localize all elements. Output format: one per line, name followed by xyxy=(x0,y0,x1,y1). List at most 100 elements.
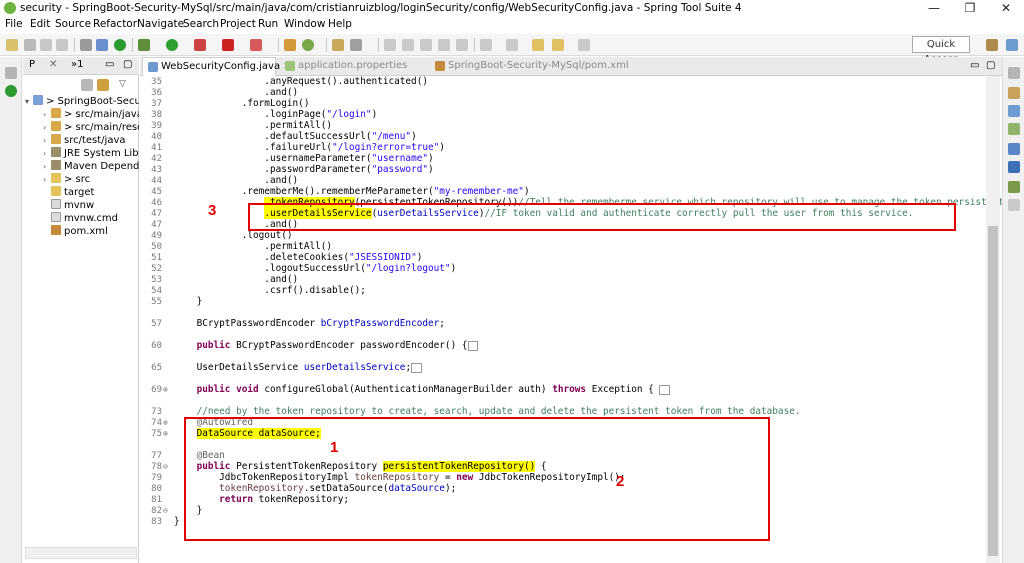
run-coverage-icon[interactable] xyxy=(194,39,206,51)
close-icon[interactable]: ✕ xyxy=(49,59,57,70)
close-button[interactable]: ✕ xyxy=(988,0,1024,17)
quick-access-field[interactable]: Quick Access xyxy=(912,36,970,65)
fold-toggle-icon[interactable]: ⊕ xyxy=(163,418,168,427)
menu-refactor[interactable]: Refactor xyxy=(93,18,137,30)
line-number: 55 xyxy=(151,297,162,307)
tree-item-mvnw-cmd[interactable]: mvnw.cmd xyxy=(43,212,139,225)
menu-help[interactable]: Help xyxy=(328,18,352,30)
declaration-icon[interactable] xyxy=(1008,181,1020,193)
show-whitespace-icon[interactable] xyxy=(420,39,432,51)
new-icon[interactable] xyxy=(6,39,18,51)
tree-item-jre-system-library[interactable]: ›JRE System Libra xyxy=(43,147,139,160)
tree-item-src-test-java[interactable]: › src/test/java xyxy=(43,134,139,147)
scrollbar-thumb[interactable] xyxy=(988,226,998,556)
menu-bar: File Edit Source Refactor Navigate Searc… xyxy=(0,17,1024,33)
back-icon[interactable] xyxy=(552,39,564,51)
javadoc-icon[interactable] xyxy=(1008,161,1020,173)
tree-item-mvnw[interactable]: mvnw xyxy=(43,199,139,212)
next-annotation-icon[interactable] xyxy=(480,39,492,51)
tree-item-maven-dependencies[interactable]: › Maven Depende xyxy=(43,160,139,173)
tool-icon[interactable] xyxy=(80,39,92,51)
last-edit-location-icon[interactable] xyxy=(532,39,544,51)
line-number: 75 ⊕ xyxy=(151,429,168,439)
toggle-block-selection-icon[interactable] xyxy=(402,39,414,51)
menu-source[interactable]: Source xyxy=(55,18,91,30)
menu-search[interactable]: Search xyxy=(183,18,219,30)
editor-tab-bar: WebSecurityConfig.java ✕ application.pro… xyxy=(140,57,1002,76)
tree-item-pom-xml[interactable]: pom.xml xyxy=(43,225,139,238)
editor-tab-pom-xml[interactable]: SpringBoot-Security-MySql/pom.xml xyxy=(430,57,629,76)
maximize-button[interactable]: ❐ xyxy=(952,0,988,17)
line-number: 47 xyxy=(151,209,162,219)
toolbar-separator xyxy=(326,38,327,52)
tree-item-project[interactable]: ▾ > SpringBoot-Securi xyxy=(25,95,139,108)
fold-toggle-icon[interactable]: ⊕ xyxy=(163,429,168,438)
code-line: .deleteCookies("JSESSIONID") xyxy=(174,252,423,263)
new-java-package-icon[interactable] xyxy=(284,39,296,51)
external-tools-icon[interactable] xyxy=(250,39,262,51)
right-trim-stack xyxy=(1002,57,1024,563)
task-list-icon[interactable] xyxy=(1008,87,1020,99)
open-type-icon[interactable] xyxy=(96,39,108,51)
word-wrap-icon[interactable] xyxy=(438,39,450,51)
tree-item-target[interactable]: target xyxy=(43,186,139,199)
view-menu-icon[interactable]: ▽ xyxy=(119,79,126,89)
menu-window[interactable]: Window xyxy=(284,18,325,30)
open-task-icon[interactable] xyxy=(332,39,344,51)
link-with-editor-icon[interactable] xyxy=(97,79,109,91)
maximize-view-icon[interactable]: ▢ xyxy=(123,59,132,70)
print-icon[interactable] xyxy=(56,39,68,51)
fold-toggle-icon[interactable]: ⊖ xyxy=(163,462,168,471)
console-icon[interactable] xyxy=(1008,199,1020,211)
run-icon[interactable] xyxy=(166,39,178,51)
tree-item-src-main-java[interactable]: › > src/main/java xyxy=(43,108,139,121)
toggle-mark-occurrences-icon[interactable] xyxy=(384,39,396,51)
editor-vertical-scrollbar[interactable] xyxy=(986,76,1000,563)
fold-toggle-icon[interactable]: ⊕ xyxy=(163,385,168,394)
more-views-tab[interactable]: »1 xyxy=(71,59,83,70)
package-explorer-tab[interactable]: P xyxy=(29,59,35,70)
maximize-editor-icon[interactable]: ▢ xyxy=(986,60,995,71)
minimize-button[interactable]: — xyxy=(916,0,952,17)
menu-file[interactable]: File xyxy=(5,18,23,30)
spring-symbols-icon[interactable] xyxy=(1008,123,1020,135)
minimize-view-icon[interactable]: ▭ xyxy=(105,59,114,70)
save-icon[interactable] xyxy=(24,39,36,51)
highlight-box-3 xyxy=(248,203,956,231)
forward-icon[interactable] xyxy=(578,39,590,51)
stop-icon[interactable] xyxy=(222,39,234,51)
restore-icon[interactable] xyxy=(1008,67,1020,79)
line-number: 43 xyxy=(151,165,162,175)
outline-icon[interactable] xyxy=(1008,105,1020,117)
editor-tab-websecurityconfig[interactable]: WebSecurityConfig.java ✕ xyxy=(142,57,292,76)
debug-icon[interactable] xyxy=(138,39,150,51)
problems-icon[interactable] xyxy=(1008,143,1020,155)
fold-toggle-icon[interactable]: ⊖ xyxy=(163,506,168,515)
menu-run[interactable]: Run xyxy=(258,18,278,30)
menu-project[interactable]: Project xyxy=(220,18,256,30)
code-line: .permitAll() xyxy=(174,241,333,252)
line-number: 54 xyxy=(151,286,162,296)
previous-annotation-icon[interactable] xyxy=(506,39,518,51)
new-java-class-icon[interactable] xyxy=(302,39,314,51)
java-perspective-icon[interactable] xyxy=(1006,39,1018,51)
collapse-all-icon[interactable] xyxy=(81,79,93,91)
code-line: .usernameParameter("username") xyxy=(174,153,434,164)
boot-dashboard-icon[interactable] xyxy=(5,85,17,97)
menu-navigate[interactable]: Navigate xyxy=(137,18,184,30)
restore-icon[interactable] xyxy=(5,67,17,79)
save-all-icon[interactable] xyxy=(40,39,52,51)
explorer-horizontal-scrollbar[interactable] xyxy=(25,547,137,559)
tree-item-src-main-resources[interactable]: › > src/main/reso xyxy=(43,121,139,134)
search-icon[interactable] xyxy=(350,39,362,51)
open-perspective-icon[interactable] xyxy=(986,39,998,51)
pilcrow-icon[interactable] xyxy=(456,39,468,51)
minimize-editor-icon[interactable]: ▭ xyxy=(970,60,979,71)
folder-icon xyxy=(51,173,61,183)
menu-edit[interactable]: Edit xyxy=(30,18,50,30)
toolbar-separator xyxy=(278,38,279,52)
tree-item-src[interactable]: › > src xyxy=(43,173,139,186)
java-editor: WebSecurityConfig.java ✕ application.pro… xyxy=(140,57,1004,563)
spring-boot-dashboard-icon[interactable] xyxy=(114,39,126,51)
editor-tab-application-properties[interactable]: application.properties xyxy=(280,57,410,76)
